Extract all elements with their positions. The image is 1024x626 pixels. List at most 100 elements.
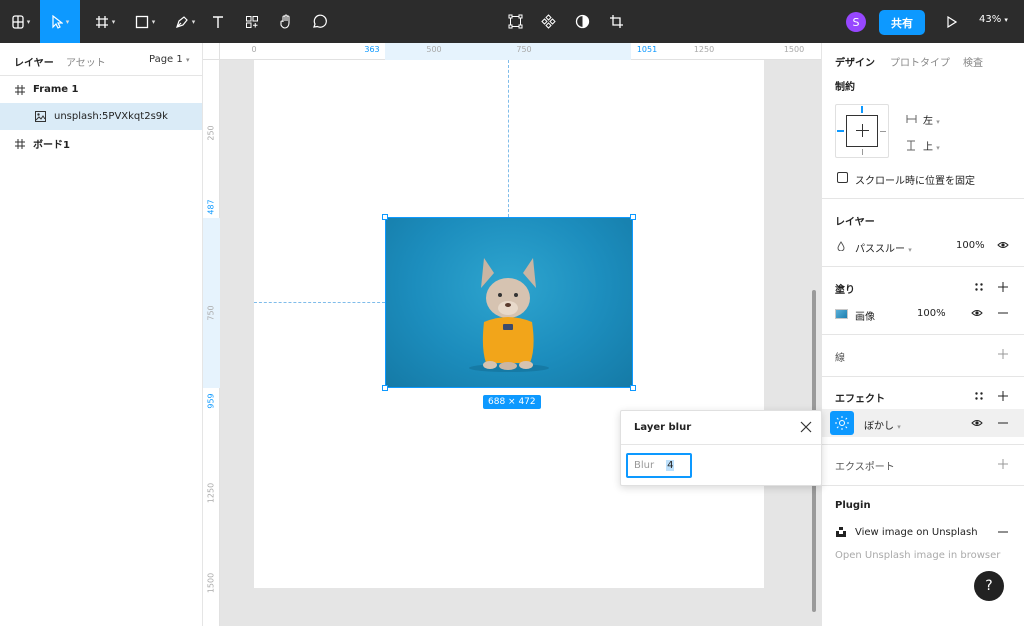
divider <box>822 334 1024 335</box>
layer-opacity-input[interactable]: 100% <box>956 240 985 251</box>
popup-title: Layer blur <box>634 422 692 433</box>
main-menu-button[interactable]: ▾ <box>4 0 38 43</box>
layers-panel: レイヤー アセット Page 1 ▾ Frame 1 unsplash:5PVX… <box>0 43 203 626</box>
tab-assets[interactable]: アセット <box>66 54 106 69</box>
ruler-selection-highlight <box>203 218 220 388</box>
share-button[interactable]: 共有 <box>879 10 925 35</box>
eye-icon[interactable] <box>970 307 984 319</box>
chevron-down-icon: ▾ <box>936 144 940 152</box>
frame-icon <box>95 15 108 28</box>
chevron-down-icon: ▾ <box>185 56 190 64</box>
fill-image-swatch[interactable] <box>835 309 848 319</box>
horizontal-constraint-select[interactable]: 左 ▾ <box>923 112 940 127</box>
blend-mode-select[interactable]: パススルー ▾ <box>855 240 912 255</box>
add-export-icon[interactable] <box>996 457 1010 471</box>
styles-grid-icon[interactable] <box>972 390 986 402</box>
effect-settings-button[interactable] <box>830 411 854 435</box>
resize-handle-bottom-right[interactable] <box>630 385 636 391</box>
tab-prototype[interactable]: プロトタイプ <box>890 54 950 69</box>
tab-inspect[interactable]: 検査 <box>963 54 983 69</box>
present-button[interactable] <box>940 0 962 43</box>
comment-tool-button[interactable] <box>307 0 331 43</box>
close-icon[interactable] <box>799 420 813 434</box>
mask-button[interactable] <box>570 0 594 43</box>
fill-type-label[interactable]: 画像 <box>855 308 875 323</box>
zoom-menu[interactable]: 43% ▾ <box>979 14 1008 25</box>
add-fill-icon[interactable] <box>996 280 1010 294</box>
divider <box>822 485 1024 486</box>
effect-type-select[interactable]: ぼかし ▾ <box>864 417 901 432</box>
create-component-button[interactable] <box>536 0 560 43</box>
layer-item-frame-1[interactable]: Frame 1 <box>0 76 202 103</box>
plugin-item-label[interactable]: View image on Unsplash <box>855 527 978 538</box>
layer-item-board-1[interactable]: ボード1 <box>0 130 202 157</box>
edit-object-button[interactable] <box>503 0 527 43</box>
remove-effect-icon[interactable] <box>996 417 1010 429</box>
ruler-tick-selection-end: 959 <box>206 393 216 409</box>
styles-grid-icon[interactable] <box>972 281 986 293</box>
chevron-down-icon: ▾ <box>936 118 940 126</box>
constraint-bottom[interactable] <box>862 149 863 155</box>
left-panel-tabs: レイヤー アセット Page 1 ▾ <box>0 43 202 76</box>
move-tool-button[interactable]: ▾ <box>40 0 80 43</box>
layer-blur-popup: Layer blur Blur 4 <box>620 410 822 486</box>
export-section-title: エクスポート <box>835 462 895 473</box>
ruler-tick: 1500 <box>783 45 805 54</box>
chevron-down-icon: ▾ <box>151 17 156 26</box>
ruler-tick: 500 <box>426 45 442 54</box>
eye-icon[interactable] <box>970 417 984 429</box>
blend-mode-value: パススルー <box>855 244 905 255</box>
page-label: Page 1 <box>149 54 183 65</box>
frame-tool-button[interactable]: ▾ <box>88 0 122 43</box>
pen-tool-button[interactable]: ▾ <box>168 0 202 43</box>
shape-tool-button[interactable]: ▾ <box>128 0 162 43</box>
blur-amount-input[interactable]: Blur 4 <box>626 453 692 478</box>
effect-row-blur[interactable]: ぼかし ▾ <box>822 409 1024 437</box>
selected-image[interactable] <box>382 214 636 391</box>
remove-fill-icon[interactable] <box>996 307 1010 319</box>
image-icon <box>33 111 47 122</box>
chevron-down-icon: ▾ <box>908 246 912 254</box>
constraint-left-active[interactable] <box>837 130 844 132</box>
fill-section-title: 塗り <box>835 285 855 296</box>
help-button[interactable]: ? <box>974 571 1004 601</box>
resources-tool-button[interactable] <box>240 0 264 43</box>
ruler-corner <box>203 43 220 60</box>
vector-edit-icon <box>508 14 522 29</box>
effect-type-value: ぼかし <box>864 421 894 432</box>
constraints-widget[interactable] <box>835 104 889 158</box>
design-canvas[interactable]: 0 363 500 750 1051 1250 1500 250 487 750… <box>203 43 821 626</box>
layer-section-title: レイヤー <box>835 217 875 228</box>
blur-field-value[interactable]: 4 <box>666 460 675 471</box>
divider <box>822 198 1024 199</box>
add-stroke-icon[interactable] <box>996 347 1010 361</box>
crop-button[interactable] <box>604 0 628 43</box>
tab-layers[interactable]: レイヤー <box>14 54 54 69</box>
divider <box>822 444 1024 445</box>
user-avatar[interactable]: S <box>846 12 866 32</box>
hand-tool-button[interactable] <box>274 0 298 43</box>
add-effect-icon[interactable] <box>996 389 1010 403</box>
blur-field-label: Blur <box>634 460 655 471</box>
page-selector[interactable]: Page 1 ▾ <box>149 54 189 65</box>
fill-opacity-input[interactable]: 100% <box>917 308 946 319</box>
text-tool-button[interactable] <box>206 0 230 43</box>
sun-icon <box>835 416 849 430</box>
layer-item-unsplash-image[interactable]: unsplash:5PVXkqt2s9k <box>0 103 202 130</box>
layer-label: Frame 1 <box>33 84 79 95</box>
resize-handle-top-right[interactable] <box>630 214 636 220</box>
fix-position-checkbox[interactable] <box>837 172 848 183</box>
constraint-right[interactable] <box>880 131 886 132</box>
ruler-tick-selection-start: 363 <box>364 45 380 54</box>
resize-handle-top-left[interactable] <box>382 214 388 220</box>
ruler-tick: 1250 <box>206 482 216 504</box>
chevron-down-icon: ▾ <box>111 17 116 26</box>
horizontal-constraint-value: 左 <box>923 116 933 127</box>
remove-plugin-icon[interactable] <box>996 526 1010 538</box>
tab-design[interactable]: デザイン <box>835 54 875 69</box>
eye-icon[interactable] <box>996 239 1010 251</box>
resize-handle-bottom-left[interactable] <box>382 385 388 391</box>
figma-logo-icon <box>12 14 24 29</box>
vertical-constraint-select[interactable]: 上 ▾ <box>923 138 940 153</box>
constraint-top-active[interactable] <box>861 106 863 113</box>
